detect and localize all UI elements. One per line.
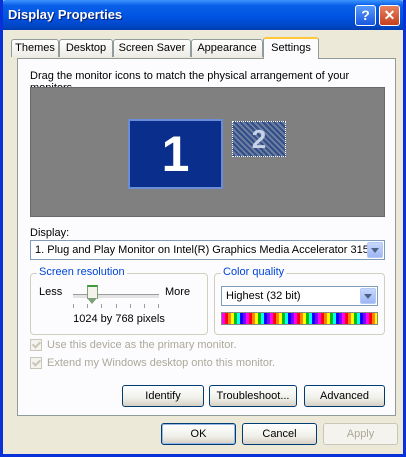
chevron-down-icon[interactable] xyxy=(360,288,376,304)
ok-button[interactable]: OK xyxy=(161,423,236,445)
tab-settings[interactable]: Settings xyxy=(263,37,319,59)
primary-monitor-label: Use this device as the primary monitor. xyxy=(47,339,237,351)
tab-screen-saver[interactable]: Screen Saver xyxy=(113,39,191,57)
close-button[interactable]: ✕ xyxy=(379,5,400,26)
resolution-value: 1024 by 768 pixels xyxy=(73,313,165,325)
color-spectrum-bar xyxy=(221,312,378,325)
monitor-1-icon[interactable]: 1 xyxy=(128,119,223,189)
display-select-value: 1. Plug and Play Monitor on Intel(R) Gra… xyxy=(35,244,375,256)
color-quality-value: Highest (32 bit) xyxy=(226,290,301,302)
extend-desktop-label: Extend my Windows desktop onto this moni… xyxy=(47,357,276,369)
checkmark-icon xyxy=(30,339,42,351)
resolution-slider-thumb[interactable] xyxy=(87,285,98,304)
color-quality-group: Color quality Highest (32 bit) xyxy=(214,266,385,335)
help-button[interactable]: ? xyxy=(355,5,376,26)
screen-resolution-title: Screen resolution xyxy=(37,266,127,278)
display-select[interactable]: 1. Plug and Play Monitor on Intel(R) Gra… xyxy=(30,240,385,260)
color-quality-select[interactable]: Highest (32 bit) xyxy=(221,286,378,306)
identify-button[interactable]: Identify xyxy=(122,385,204,407)
screen-resolution-group: Screen resolution Less More 1024 by 768 … xyxy=(30,266,208,335)
cancel-button[interactable]: Cancel xyxy=(242,423,317,445)
troubleshoot-button[interactable]: Troubleshoot... xyxy=(209,385,297,407)
advanced-button[interactable]: Advanced xyxy=(304,385,385,407)
resolution-slider-ticks xyxy=(73,304,159,308)
tab-appearance[interactable]: Appearance xyxy=(191,39,263,57)
display-label: Display: xyxy=(30,227,70,239)
tab-themes[interactable]: Themes xyxy=(11,39,59,57)
monitor-2-icon[interactable]: 2 xyxy=(232,121,286,157)
monitor-1-number: 1 xyxy=(161,126,190,182)
resolution-less-label: Less xyxy=(39,286,63,298)
monitor-arrangement-area[interactable]: 1 2 xyxy=(30,87,385,217)
monitor-2-number: 2 xyxy=(251,124,267,154)
chevron-down-icon[interactable] xyxy=(367,242,383,258)
color-quality-title: Color quality xyxy=(221,266,287,278)
settings-panel: Drag the monitor icons to match the phys… xyxy=(17,58,396,416)
resolution-slider-track[interactable] xyxy=(73,294,159,299)
apply-button[interactable]: Apply xyxy=(323,423,398,445)
resolution-more-label: More xyxy=(165,286,191,298)
title-bar[interactable]: Display Properties ? ✕ xyxy=(3,0,403,30)
tab-desktop[interactable]: Desktop xyxy=(59,39,113,57)
checkmark-icon xyxy=(30,357,42,369)
display-properties-window: Display Properties ? ✕ Themes Desktop Sc… xyxy=(0,0,406,457)
window-title: Display Properties xyxy=(8,7,123,22)
